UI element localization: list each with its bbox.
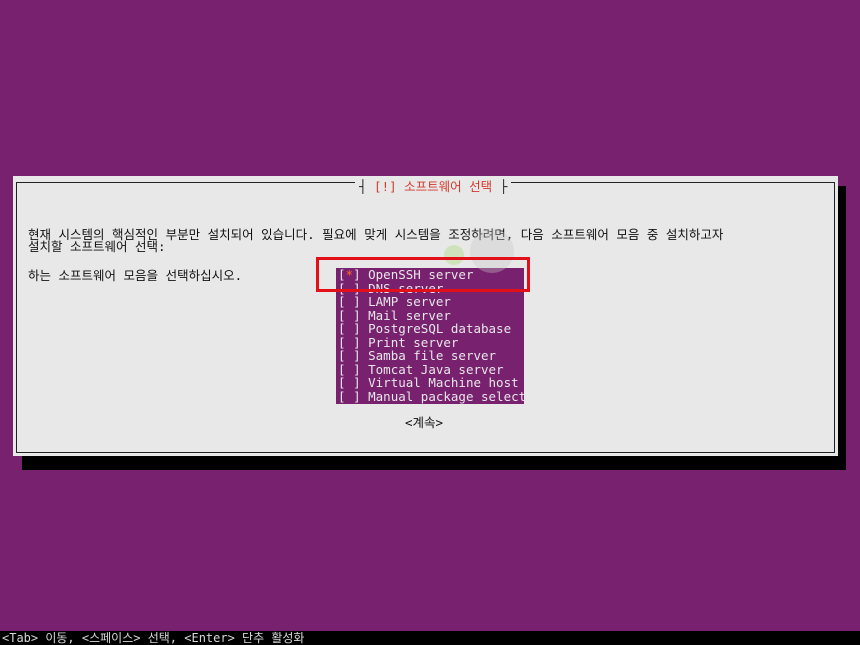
item-label: Manual package selection (360, 388, 549, 404)
checkbox-mark[interactable] (346, 389, 354, 404)
annotation-highlight-box (316, 257, 530, 292)
continue-button[interactable]: <계속> (405, 416, 443, 430)
selection-prompt: 설치할 소프트웨어 선택: (28, 239, 166, 254)
list-item-lamp-server[interactable]: [ ] LAMP server (336, 295, 524, 309)
title-text: [!] 소프트웨어 선택 (366, 179, 500, 194)
software-selection-dialog: ┤ [!] 소프트웨어 선택 ├ 현재 시스템의 핵심적인 부분만 설치되어 있… (13, 176, 838, 456)
dialog-title: ┤ [!] 소프트웨어 선택 ├ (355, 179, 512, 194)
checkbox-close: ] (353, 388, 361, 404)
list-item-postgresql-database[interactable]: [ ] PostgreSQL database (336, 322, 524, 336)
list-item-print-server[interactable]: [ ] Print server (336, 335, 524, 350)
title-left-bar: ┤ (359, 179, 367, 194)
list-item-tomcat-java-server[interactable]: [ ] Tomcat Java server (336, 362, 524, 377)
checkbox-open: [ (338, 388, 346, 404)
status-bar: <Tab> 이동, <스페이스> 선택, <Enter> 단추 활성화 (0, 631, 860, 645)
list-item-mail-server[interactable]: [ ] Mail server (336, 308, 524, 323)
list-item-manual-package-selection[interactable]: [ ] Manual package selection (336, 388, 549, 404)
list-item-samba-file-server[interactable]: [ ] Samba file server (336, 349, 524, 363)
title-right-bar: ├ (499, 179, 508, 194)
list-item-virtual-machine-host[interactable]: [ ] Virtual Machine host (336, 376, 524, 390)
